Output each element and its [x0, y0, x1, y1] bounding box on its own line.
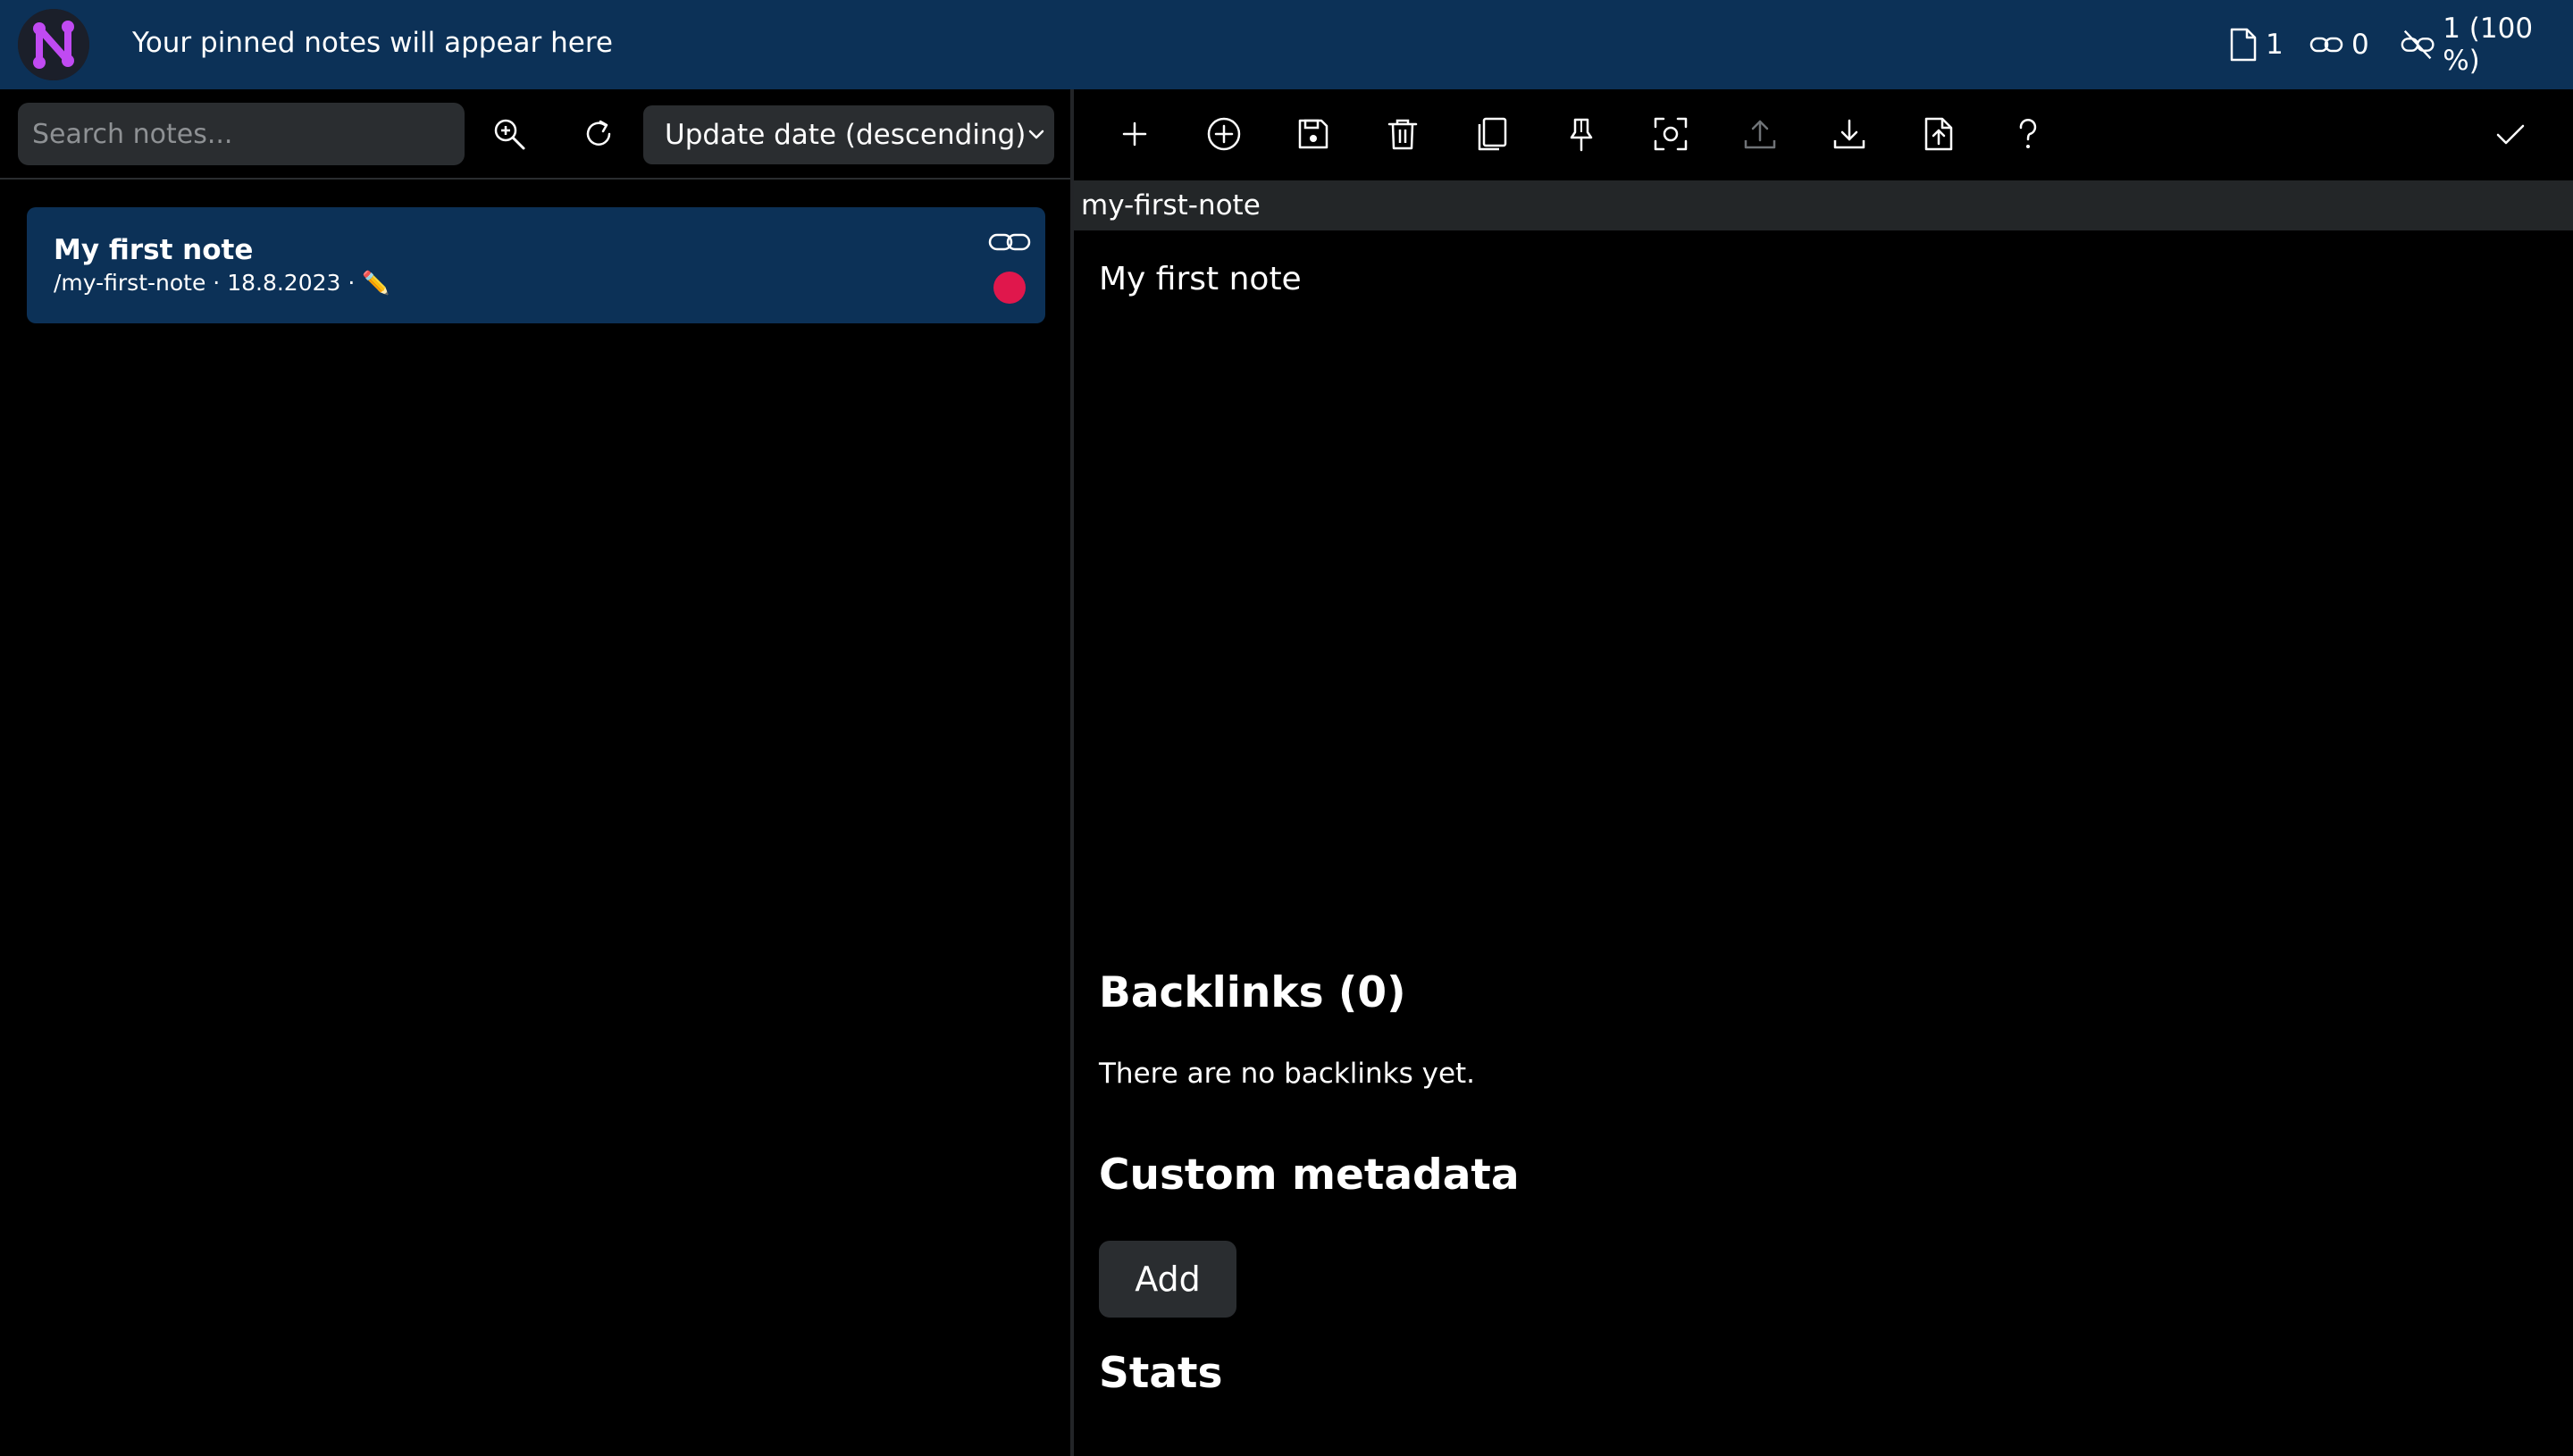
note-slug: my-first-note [1081, 189, 1261, 222]
chevron-down-icon [1028, 130, 1044, 139]
plus-circle-icon [1207, 117, 1241, 151]
pinned-notes-placeholder: Your pinned notes will appear here [132, 27, 613, 59]
import-file-button[interactable] [1912, 107, 1965, 161]
unlinked-notes-count: 1 (100 %) [2443, 13, 2534, 77]
app-header: Your pinned notes will appear here 1 0 1… [0, 0, 2573, 89]
unlink-icon [2401, 29, 2435, 60]
pane-splitter[interactable] [1070, 89, 1074, 1456]
help-button[interactable] [2001, 107, 2055, 161]
pin-button[interactable] [1555, 107, 1608, 161]
notes-count-stat: 1 [2228, 25, 2284, 64]
notes-count: 1 [2266, 29, 2284, 61]
note-status-dot [993, 272, 1026, 304]
confirm-button[interactable] [2484, 107, 2537, 161]
plus-icon [1122, 121, 1147, 146]
focus-icon [1654, 117, 1688, 151]
custom-metadata-heading: Custom metadata [1099, 1151, 1520, 1200]
add-metadata-button[interactable]: Add [1099, 1241, 1236, 1318]
new-linked-note-button[interactable] [1197, 107, 1251, 161]
stats-heading: Stats [1099, 1349, 1223, 1398]
sort-select[interactable]: Update date (descending) [643, 105, 1054, 164]
note-meta: /my-first-note · 18.8.2023 · ✏️ [54, 270, 390, 296]
refresh-button[interactable] [572, 107, 625, 161]
list-divider [0, 178, 1070, 180]
trash-icon [1387, 119, 1418, 150]
link-icon [2309, 37, 2343, 53]
zoom-search-icon [494, 119, 525, 150]
links-count: 0 [2351, 29, 2369, 61]
links-count-stat: 0 [2309, 25, 2369, 64]
check-icon [2496, 124, 2525, 145]
help-icon [2019, 119, 2037, 148]
link-icon [988, 233, 1031, 251]
save-button[interactable] [1286, 107, 1340, 161]
sort-selected-label: Update date (descending) [665, 119, 1027, 151]
import-file-icon [1924, 117, 1953, 151]
delete-button[interactable] [1376, 107, 1429, 161]
note-list-item[interactable]: My first note /my-first-note · 18.8.2023… [27, 207, 1045, 323]
refresh-icon [586, 120, 611, 146]
new-note-button[interactable] [1108, 107, 1161, 161]
download-button[interactable] [1823, 107, 1876, 161]
unlinked-notes-stat: 1 (100 %) [2400, 13, 2573, 77]
app-logo-icon[interactable] [18, 9, 89, 80]
upload-icon [1744, 120, 1776, 149]
backlinks-empty-text: There are no backlinks yet. [1099, 1058, 1476, 1090]
search-button[interactable] [482, 107, 536, 161]
upload-button[interactable] [1733, 107, 1787, 161]
focus-mode-button[interactable] [1644, 107, 1697, 161]
duplicate-icon [1478, 117, 1507, 151]
download-icon [1833, 119, 1865, 149]
note-title: My first note [54, 234, 254, 266]
pin-icon [1570, 118, 1593, 152]
note-slug-bar[interactable]: my-first-note [1074, 180, 2573, 230]
save-icon [1298, 119, 1328, 149]
file-icon [2230, 28, 2257, 62]
backlinks-heading: Backlinks (0) [1099, 968, 1406, 1017]
search-input[interactable] [18, 103, 465, 165]
duplicate-button[interactable] [1465, 107, 1519, 161]
note-editor-content[interactable]: My first note [1099, 261, 1302, 297]
